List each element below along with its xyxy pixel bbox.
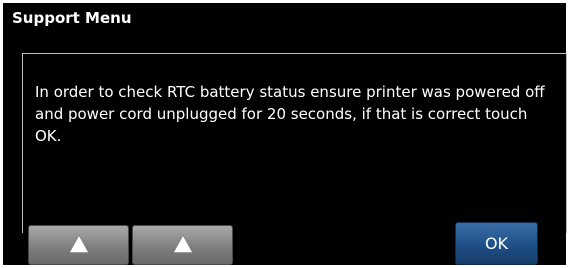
scroll-up-button-left[interactable] xyxy=(28,225,129,265)
up-arrow-icon xyxy=(69,236,88,253)
up-arrow-icon xyxy=(173,236,192,253)
message-dialog: In order to check RTC battery status ens… xyxy=(22,53,567,233)
scroll-up-button-right[interactable] xyxy=(132,225,233,265)
ok-button[interactable]: OK xyxy=(455,222,538,265)
dialog-message: In order to check RTC battery status ens… xyxy=(35,83,545,145)
support-menu-screen: Support Menu In order to check RTC batte… xyxy=(3,3,567,265)
page-title: Support Menu xyxy=(12,9,132,27)
